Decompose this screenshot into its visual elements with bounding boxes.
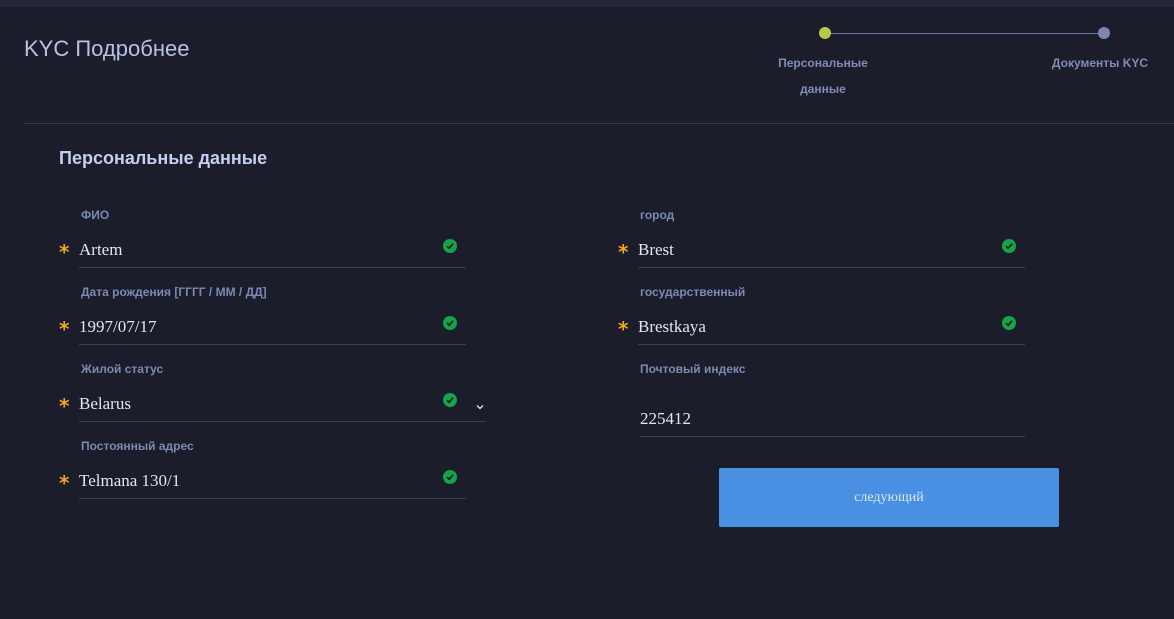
section-title: Персональные данные [59, 148, 268, 168]
next-button[interactable]: следующий [719, 468, 1059, 527]
required-marker: * [59, 240, 70, 264]
birth-date-input[interactable] [79, 309, 466, 345]
valid-check-icon [1002, 239, 1016, 253]
valid-check-icon [443, 393, 457, 407]
page-title: KYC Подробнее [24, 36, 190, 61]
birth-date-label: Дата рождения [ГГГГ / ММ / ДД] [81, 285, 267, 299]
residency-label: Жилой статус [81, 362, 164, 376]
required-marker: * [59, 471, 70, 495]
required-marker: * [618, 317, 629, 341]
full-name-input[interactable] [79, 232, 466, 268]
step-documents-label[interactable]: Документы KYC [1040, 50, 1160, 76]
required-marker: * [59, 394, 70, 418]
header-divider [24, 123, 1174, 124]
top-bar [0, 0, 1174, 7]
full-name-label: ФИО [81, 208, 110, 222]
valid-check-icon [1002, 316, 1016, 330]
state-input[interactable] [638, 309, 1025, 345]
state-label: государственный [640, 285, 746, 299]
step-documents-dot[interactable] [1098, 27, 1110, 39]
valid-check-icon [443, 470, 457, 484]
chevron-down-icon[interactable] [475, 399, 485, 410]
address-label: Постоянный адрес [81, 439, 194, 453]
residency-select[interactable] [79, 386, 486, 422]
stepper-line [825, 33, 1104, 34]
city-input[interactable] [638, 232, 1025, 268]
valid-check-icon [443, 239, 457, 253]
required-marker: * [59, 317, 70, 341]
required-marker: * [618, 240, 629, 264]
city-label: город [640, 208, 675, 222]
postal-code-label: Почтовый индекс [640, 362, 746, 376]
step-personal-dot[interactable] [819, 27, 831, 39]
step-personal-label[interactable]: Персональные данные [768, 50, 878, 102]
address-input[interactable] [79, 463, 466, 499]
valid-check-icon [443, 316, 457, 330]
postal-code-input[interactable] [640, 401, 1025, 437]
